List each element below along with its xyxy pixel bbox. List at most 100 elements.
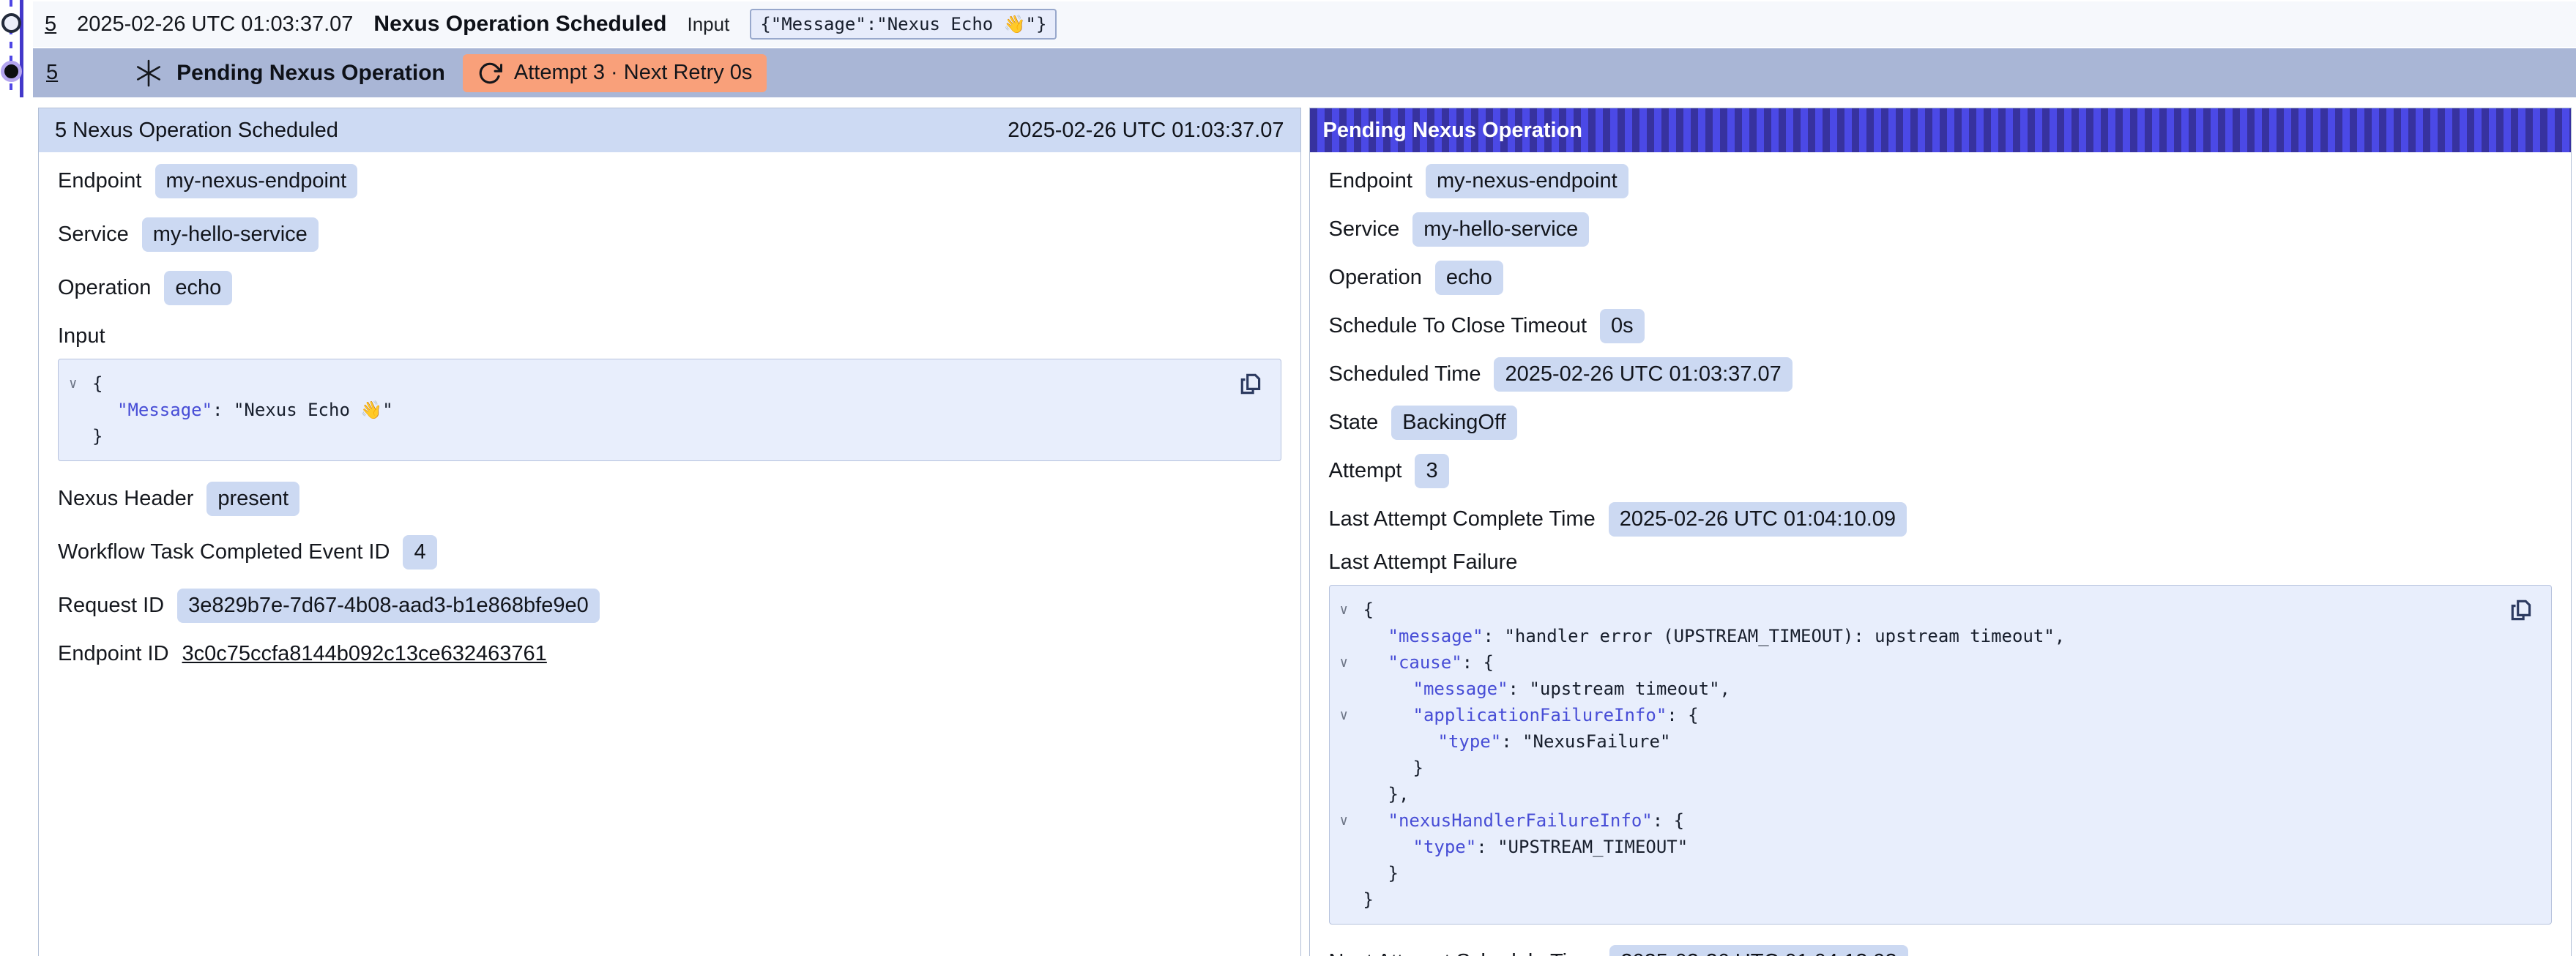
timeline-node-scheduled-icon <box>1 13 21 33</box>
event-id-link[interactable]: 5 <box>45 12 56 37</box>
json-collapse-chevron <box>1337 834 1363 860</box>
field-endpoint-id-label: Endpoint ID <box>58 642 169 666</box>
json-line: ∨ "applicationFailureInfo": { <box>1337 702 2501 728</box>
field-state: State BackingOff <box>1329 406 2553 440</box>
json-line: ∨ "cause": { <box>1337 649 2501 676</box>
json-line: } <box>1337 755 2501 781</box>
field-nexus-header-value: present <box>206 482 299 516</box>
scheduled-panel-title: 5 Nexus Operation Scheduled <box>55 119 338 143</box>
scheduled-panel-time: 2025-02-26 UTC 01:03:37.07 <box>1008 119 1284 143</box>
json-collapse-chevron[interactable]: ∨ <box>66 370 92 397</box>
json-collapse-chevron <box>1337 860 1363 886</box>
field-wft-completed-value: 4 <box>403 535 436 570</box>
scheduled-event-panel: 5 Nexus Operation Scheduled 2025-02-26 U… <box>38 108 1301 956</box>
field-service-value: my-hello-service <box>142 217 319 252</box>
json-line: "message": "upstream timeout", <box>1337 676 2501 702</box>
field-nexus-header-label: Nexus Header <box>58 487 193 511</box>
field-operation-value: echo <box>1435 261 1503 295</box>
pending-panel-title: Pending Nexus Operation <box>1323 119 1583 143</box>
json-line: "message": "handler error (UPSTREAM_TIME… <box>1337 623 2501 649</box>
field-next-attempt-value: 2025-02-26 UTC 01:04:13.93 <box>1609 945 1907 956</box>
pending-panel-body: Endpoint my-nexus-endpoint Service my-he… <box>1310 152 2572 956</box>
field-last-attempt-complete-time: Last Attempt Complete Time 2025-02-26 UT… <box>1329 502 2553 537</box>
field-endpoint-value: my-nexus-endpoint <box>1426 164 1628 198</box>
field-wft-completed-label: Workflow Task Completed Event ID <box>58 540 390 564</box>
event-timestamp: 2025-02-26 UTC 01:03:37.07 <box>77 12 353 37</box>
json-line: } <box>1337 886 2501 913</box>
pending-operation-panel: Pending Nexus Operation Endpoint my-nexu… <box>1309 108 2572 956</box>
field-scheduled-time: Scheduled Time 2025-02-26 UTC 01:03:37.0… <box>1329 357 2553 392</box>
field-lact-value: 2025-02-26 UTC 01:04:10.09 <box>1609 502 1907 537</box>
field-endpoint-label: Endpoint <box>58 169 142 193</box>
scheduled-panel-body: Endpoint my-nexus-endpoint Service my-he… <box>39 152 1300 697</box>
field-request-id: Request ID 3e829b7e-7d67-4b08-aad3-b1e86… <box>58 589 1281 623</box>
json-collapse-chevron[interactable]: ∨ <box>1337 807 1363 834</box>
json-collapse-chevron <box>66 423 92 449</box>
field-service-label: Service <box>1329 217 1400 242</box>
json-collapse-chevron <box>1337 676 1363 702</box>
json-collapse-chevron <box>1337 781 1363 807</box>
field-attempt-value: 3 <box>1415 454 1448 488</box>
field-next-attempt-label: Next Attempt Schedule Time <box>1329 950 1597 956</box>
input-section-label: Input <box>58 324 1281 348</box>
field-operation: Operation echo <box>1329 261 2553 295</box>
json-line: ∨ { <box>66 370 1229 397</box>
json-collapse-chevron[interactable]: ∨ <box>1337 597 1363 623</box>
field-operation: Operation echo <box>58 271 1281 305</box>
field-operation-label: Operation <box>58 276 151 300</box>
json-collapse-chevron[interactable]: ∨ <box>1337 702 1363 728</box>
field-endpoint-value: my-nexus-endpoint <box>155 164 358 198</box>
field-stct-label: Schedule To Close Timeout <box>1329 314 1587 338</box>
field-lact-label: Last Attempt Complete Time <box>1329 507 1596 531</box>
field-attempt: Attempt 3 <box>1329 454 2553 488</box>
pending-event-title: Pending Nexus Operation <box>176 61 445 86</box>
event-row-pending-nexus-operation[interactable]: 5 Pending Nexus Operation Attempt 3 · Ne… <box>33 48 2576 97</box>
json-collapse-chevron <box>1337 886 1363 913</box>
copy-icon[interactable] <box>2509 596 2538 625</box>
retry-status-badge: Attempt 3 · Next Retry 0s <box>463 54 767 92</box>
json-line: ∨ { <box>1337 597 2501 623</box>
retry-icon <box>477 61 502 86</box>
state-badge: BackingOff <box>1391 406 1516 440</box>
json-collapse-chevron <box>66 397 92 423</box>
field-service-value: my-hello-service <box>1412 212 1589 247</box>
event-input-label: Input <box>688 13 730 36</box>
pending-event-id-link[interactable]: 5 <box>46 61 58 85</box>
field-service: Service my-hello-service <box>1329 212 2553 247</box>
event-row-nexus-operation-scheduled[interactable]: 5 2025-02-26 UTC 01:03:37.07 Nexus Opera… <box>33 1 2576 47</box>
json-line: "Message": "Nexus Echo 👋" <box>66 397 1229 423</box>
json-collapse-chevron <box>1337 755 1363 781</box>
field-request-id-value: 3e829b7e-7d67-4b08-aad3-b1e868bfe9e0 <box>177 589 600 623</box>
field-scheduled-time-value: 2025-02-26 UTC 01:03:37.07 <box>1494 357 1792 392</box>
field-scheduled-time-label: Scheduled Time <box>1329 362 1481 386</box>
event-title: Nexus Operation Scheduled <box>373 12 666 37</box>
field-state-label: State <box>1329 411 1379 435</box>
field-workflow-task-completed-event-id: Workflow Task Completed Event ID 4 <box>58 535 1281 570</box>
input-json-viewer: ∨ { "Message": "Nexus Echo 👋" } <box>58 359 1281 461</box>
field-schedule-to-close-timeout: Schedule To Close Timeout 0s <box>1329 309 2553 343</box>
endpoint-id-link[interactable]: 3c0c75ccfa8144b092c13ce632463761 <box>182 642 547 666</box>
field-endpoint: Endpoint my-nexus-endpoint <box>1329 164 2553 198</box>
json-line: "type": "UPSTREAM_TIMEOUT" <box>1337 834 2501 860</box>
last-attempt-failure-json-viewer: ∨ { "message": "handler error (UPSTREAM_… <box>1329 585 2553 925</box>
timeline-node-pending-icon <box>1 61 22 82</box>
copy-icon[interactable] <box>1238 370 1267 399</box>
json-collapse-chevron <box>1337 623 1363 649</box>
field-attempt-label: Attempt <box>1329 459 1402 483</box>
event-detail-panels: 5 Nexus Operation Scheduled 2025-02-26 U… <box>38 108 2572 956</box>
json-collapse-chevron <box>1337 728 1363 755</box>
field-operation-label: Operation <box>1329 266 1422 290</box>
retry-badge-text: Attempt 3 · Next Retry 0s <box>514 61 753 85</box>
json-collapse-chevron[interactable]: ∨ <box>1337 649 1363 676</box>
field-nexus-header: Nexus Header present <box>58 482 1281 516</box>
last-attempt-failure-label: Last Attempt Failure <box>1329 550 2553 575</box>
timeline-accent-bar <box>20 0 23 97</box>
field-stct-value: 0s <box>1600 309 1645 343</box>
field-endpoint-label: Endpoint <box>1329 169 1413 193</box>
scheduled-event-panel-header: 5 Nexus Operation Scheduled 2025-02-26 U… <box>39 108 1300 152</box>
field-endpoint-id: Endpoint ID 3c0c75ccfa8144b092c13ce63246… <box>58 642 1281 666</box>
field-next-attempt-schedule-time: Next Attempt Schedule Time 2025-02-26 UT… <box>1329 945 2553 956</box>
event-rows: 5 2025-02-26 UTC 01:03:37.07 Nexus Opera… <box>33 1 2576 97</box>
field-operation-value: echo <box>164 271 232 305</box>
json-line: "type": "NexusFailure" <box>1337 728 2501 755</box>
